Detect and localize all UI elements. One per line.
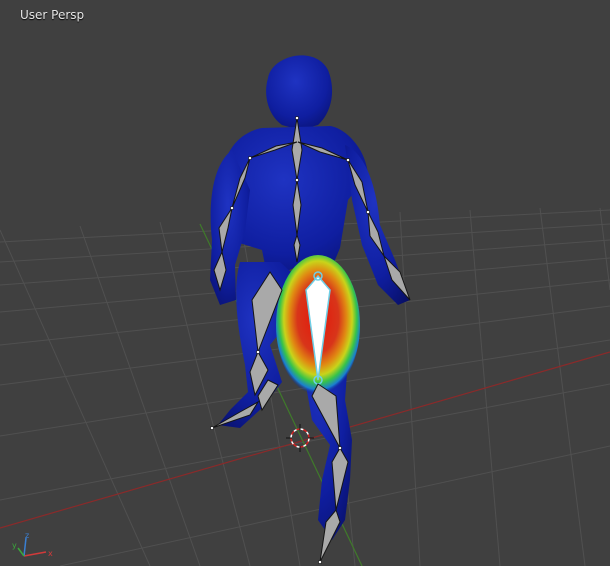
view-mode-label: User Persp [20, 8, 85, 22]
3d-viewport[interactable]: x z y User Persp [0, 0, 610, 566]
mesh-head[interactable] [266, 55, 333, 130]
3d-cursor-icon[interactable] [286, 424, 314, 452]
axis-gizmo-icon: x z y [12, 531, 53, 558]
gizmo-y-label: y [12, 541, 17, 550]
gizmo-x-label: x [48, 549, 53, 558]
gizmo-z-label: z [25, 531, 29, 540]
viewport-canvas[interactable]: x z y [0, 0, 610, 566]
